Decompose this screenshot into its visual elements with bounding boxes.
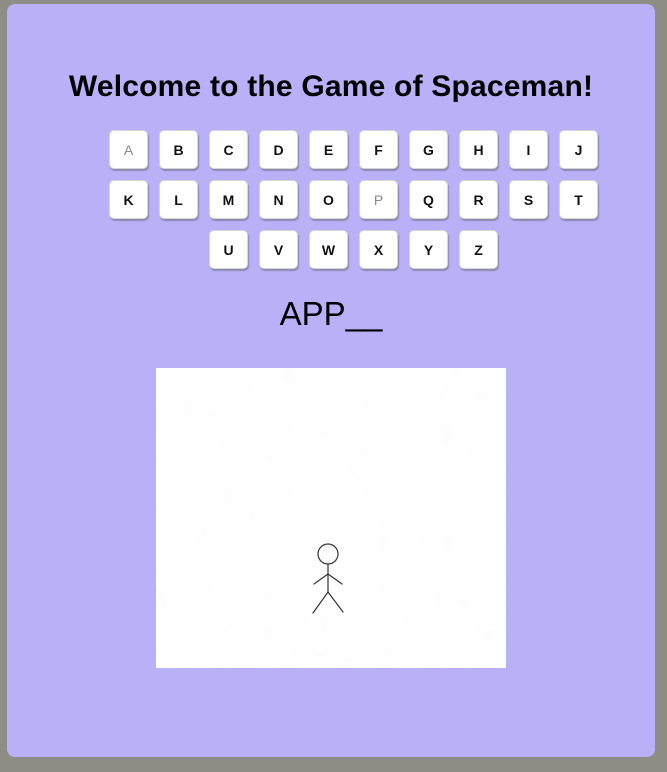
letter-button-x[interactable]: X <box>359 230 398 269</box>
keyboard-row-2: K L M N O P Q R S T <box>100 180 607 219</box>
letter-button-o[interactable]: O <box>309 180 348 219</box>
letter-button-e[interactable]: E <box>309 130 348 169</box>
keyboard-row-1: A B C D E F G H I J <box>100 130 607 169</box>
spaceman-drawing-area <box>156 368 506 668</box>
letter-button-p[interactable]: P <box>359 180 398 219</box>
page-title: Welcome to the Game of Spaceman! <box>68 70 594 103</box>
keyboard-row-3: U V W X Y Z <box>100 230 607 269</box>
letter-button-f[interactable]: F <box>359 130 398 169</box>
letter-keyboard: A B C D E F G H I J K L M N O P Q R S T … <box>100 130 607 280</box>
letter-button-b[interactable]: B <box>159 130 198 169</box>
letter-button-l[interactable]: L <box>159 180 198 219</box>
letter-button-i[interactable]: I <box>509 130 548 169</box>
letter-button-a[interactable]: A <box>109 130 148 169</box>
game-panel: Welcome to the Game of Spaceman! A B C D… <box>7 4 655 757</box>
letter-button-s[interactable]: S <box>509 180 548 219</box>
letter-button-n[interactable]: N <box>259 180 298 219</box>
letter-button-q[interactable]: Q <box>409 180 448 219</box>
letter-button-k[interactable]: K <box>109 180 148 219</box>
letter-button-g[interactable]: G <box>409 130 448 169</box>
letter-button-d[interactable]: D <box>259 130 298 169</box>
letter-button-v[interactable]: V <box>259 230 298 269</box>
letter-button-j[interactable]: J <box>559 130 598 169</box>
letter-button-y[interactable]: Y <box>409 230 448 269</box>
letter-button-u[interactable]: U <box>209 230 248 269</box>
letter-button-w[interactable]: W <box>309 230 348 269</box>
canvas-texture <box>156 368 506 668</box>
letter-button-c[interactable]: C <box>209 130 248 169</box>
letter-button-z[interactable]: Z <box>459 230 498 269</box>
letter-button-r[interactable]: R <box>459 180 498 219</box>
letter-button-m[interactable]: M <box>209 180 248 219</box>
letter-button-h[interactable]: H <box>459 130 498 169</box>
spaceman-canvas <box>156 368 506 668</box>
letter-button-t[interactable]: T <box>559 180 598 219</box>
word-display: APP__ <box>279 295 383 332</box>
